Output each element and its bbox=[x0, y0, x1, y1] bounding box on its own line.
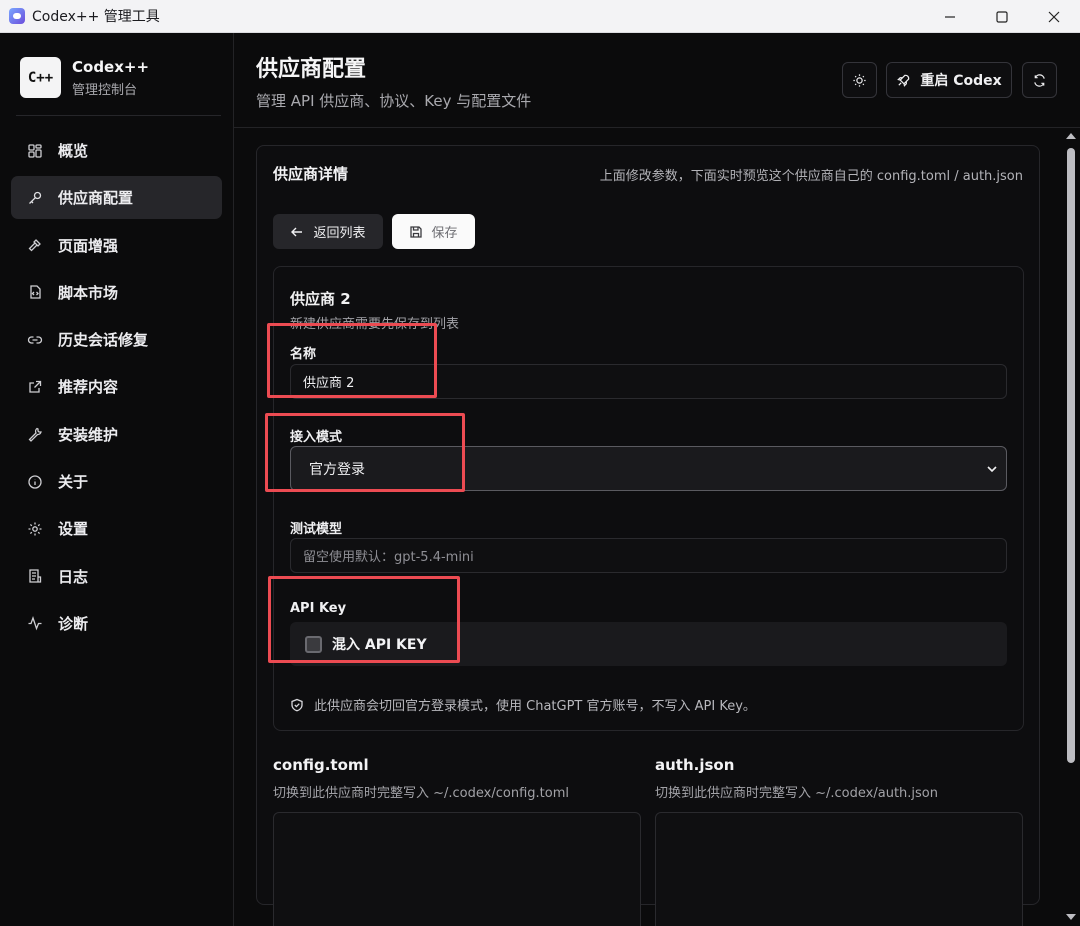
sidebar-item-overview[interactable]: 概览 bbox=[11, 129, 222, 172]
sidebar-item-about[interactable]: 关于 bbox=[11, 460, 222, 503]
hammer-icon bbox=[27, 237, 43, 253]
grid-icon bbox=[27, 143, 43, 159]
sidebar-item-page-enhance[interactable]: 页面增强 bbox=[11, 224, 222, 267]
config-toml-subtitle: 切换到此供应商时完整写入 ~/.codex/config.toml bbox=[273, 786, 569, 801]
pulse-icon bbox=[27, 615, 43, 631]
external-link-icon bbox=[27, 379, 43, 395]
auth-json-subtitle: 切换到此供应商时完整写入 ~/.codex/auth.json bbox=[655, 786, 938, 801]
save-icon bbox=[410, 225, 423, 238]
auth-json-title: auth.json bbox=[655, 756, 735, 774]
sidebar-item-diagnostics[interactable]: 诊断 bbox=[11, 602, 222, 645]
link-icon bbox=[27, 332, 43, 348]
restart-codex-label: 重启 Codex bbox=[920, 73, 1002, 89]
refresh-button[interactable] bbox=[1022, 62, 1057, 98]
info-text: 此供应商会切回官方登录模式，使用 ChatGPT 官方账号，不写入 API Ke… bbox=[314, 699, 756, 714]
sidebar-item-label: 设置 bbox=[58, 520, 89, 539]
highlight-apikey-field bbox=[268, 576, 460, 663]
sidebar-item-script-market[interactable]: 脚本市场 bbox=[11, 271, 222, 314]
sidebar-item-label: 推荐内容 bbox=[58, 378, 119, 397]
scroll-down-arrow[interactable] bbox=[1066, 914, 1076, 920]
key-icon bbox=[27, 190, 43, 206]
card-title: 供应商详情 bbox=[273, 165, 349, 183]
theme-toggle-button[interactable] bbox=[842, 62, 877, 98]
scroll-up-arrow[interactable] bbox=[1066, 133, 1076, 139]
divider bbox=[16, 115, 221, 116]
sidebar-item-settings[interactable]: 设置 bbox=[11, 507, 222, 550]
sidebar-item-providers[interactable]: 供应商配置 bbox=[11, 176, 222, 220]
auth-json-panel: auth.json 切换到此供应商时完整写入 ~/.codex/auth.jso… bbox=[655, 756, 1023, 926]
log-icon bbox=[27, 568, 43, 584]
save-label: 保存 bbox=[431, 226, 458, 241]
vertical-scrollbar[interactable] bbox=[1062, 128, 1080, 926]
scrollbar-thumb[interactable] bbox=[1067, 148, 1075, 763]
script-icon bbox=[27, 284, 43, 300]
sidebar-item-install[interactable]: 安装维护 bbox=[11, 413, 222, 456]
sidebar: C++ Codex++ 管理控制台 概览 供应商配置 页面增强 脚本市场 历史会… bbox=[0, 33, 234, 926]
sidebar-item-label: 关于 bbox=[58, 473, 89, 492]
sidebar-item-label: 安装维护 bbox=[58, 425, 119, 444]
config-toml-title: config.toml bbox=[273, 756, 369, 774]
maximize-button[interactable] bbox=[976, 0, 1028, 33]
highlight-name-field bbox=[267, 323, 437, 398]
minimize-icon bbox=[945, 15, 955, 18]
sidebar-nav: 概览 供应商配置 页面增强 脚本市场 历史会话修复 推荐内容 安装维护 关于 设… bbox=[11, 129, 222, 649]
back-to-list-button[interactable]: 返回列表 bbox=[273, 214, 383, 249]
wrench-icon bbox=[27, 426, 43, 443]
brand-name: Codex++ bbox=[72, 57, 150, 76]
provider-name-heading: 供应商 2 bbox=[290, 290, 351, 308]
window-title: Codex++ 管理工具 bbox=[32, 9, 160, 25]
model-label: 测试模型 bbox=[290, 522, 343, 537]
arrow-left-icon bbox=[291, 227, 303, 236]
minimize-button[interactable] bbox=[924, 0, 976, 33]
sun-icon bbox=[853, 73, 866, 87]
page-title: 供应商配置 bbox=[256, 57, 367, 82]
sidebar-item-label: 脚本市场 bbox=[58, 283, 119, 302]
sidebar-item-label: 日志 bbox=[58, 567, 89, 586]
sidebar-item-history-repair[interactable]: 历史会话修复 bbox=[11, 318, 222, 361]
auth-json-editor[interactable] bbox=[655, 812, 1023, 926]
sidebar-item-label: 历史会话修复 bbox=[58, 331, 149, 350]
rocket-icon bbox=[897, 74, 910, 87]
provider-detail-card: 供应商详情 上面修改参数，下面实时预览这个供应商自己的 config.toml … bbox=[256, 145, 1040, 926]
sidebar-item-recommended[interactable]: 推荐内容 bbox=[11, 365, 222, 408]
config-toml-editor[interactable] bbox=[273, 812, 641, 926]
brand: C++ Codex++ 管理控制台 bbox=[20, 57, 149, 98]
chevron-down-icon bbox=[987, 466, 997, 473]
card-hint: 上面修改参数，下面实时预览这个供应商自己的 config.toml / auth… bbox=[599, 169, 1023, 184]
close-icon bbox=[1048, 11, 1060, 22]
main-header: 供应商配置 管理 API 供应商、协议、Key 与配置文件 重启 Codex bbox=[234, 33, 1080, 128]
save-button[interactable]: 保存 bbox=[392, 214, 475, 249]
back-to-list-label: 返回列表 bbox=[313, 226, 366, 241]
app-icon bbox=[9, 8, 25, 24]
gear-icon bbox=[27, 521, 43, 537]
info-icon bbox=[27, 474, 43, 490]
sidebar-item-label: 概览 bbox=[58, 142, 89, 160]
test-model-input[interactable]: 留空使用默认：gpt-5.4-mini bbox=[290, 538, 1007, 573]
sidebar-item-label: 诊断 bbox=[58, 614, 89, 633]
highlight-mode-field bbox=[265, 413, 465, 492]
info-row: 此供应商会切回官方登录模式，使用 ChatGPT 官方账号，不写入 API Ke… bbox=[290, 695, 756, 714]
restart-codex-button[interactable]: 重启 Codex bbox=[886, 62, 1012, 98]
sidebar-item-label: 页面增强 bbox=[58, 236, 119, 255]
brand-subtitle: 管理控制台 bbox=[72, 82, 138, 98]
window-titlebar: Codex++ 管理工具 bbox=[0, 0, 1080, 33]
sidebar-item-logs[interactable]: 日志 bbox=[11, 555, 222, 598]
sidebar-item-label: 供应商配置 bbox=[58, 189, 134, 208]
maximize-icon bbox=[996, 10, 1008, 23]
window-controls bbox=[924, 0, 1080, 33]
page-subtitle: 管理 API 供应商、协议、Key 与配置文件 bbox=[256, 92, 532, 110]
refresh-icon bbox=[1034, 73, 1045, 87]
config-toml-panel: config.toml 切换到此供应商时完整写入 ~/.codex/config… bbox=[273, 756, 641, 926]
main-content: 供应商详情 上面修改参数，下面实时预览这个供应商自己的 config.toml … bbox=[234, 128, 1062, 926]
close-button[interactable] bbox=[1028, 0, 1080, 33]
brand-logo: C++ bbox=[20, 57, 61, 98]
shield-check-icon bbox=[291, 698, 303, 711]
